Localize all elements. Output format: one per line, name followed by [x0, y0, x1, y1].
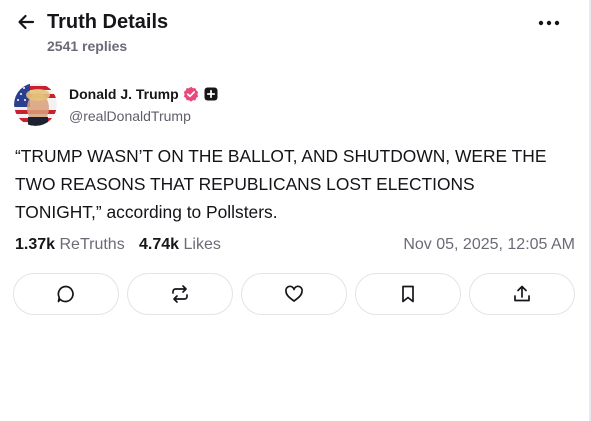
post-text-line: “TRUMP WASN’T ON THE BALLOT, AND SHUTDOW… [15, 146, 547, 166]
page-title: Truth Details [47, 11, 169, 33]
likes-label: Likes [183, 236, 221, 253]
like-button[interactable] [241, 273, 347, 315]
verified-badge-icon [183, 86, 199, 102]
avatar[interactable] [14, 83, 57, 126]
author-name-row: Donald J. Trump [69, 86, 219, 102]
reply-icon [57, 285, 74, 303]
post-text-line: TWO REASONS THAT REPUBLICANS LOST ELECTI… [15, 174, 475, 194]
back-button[interactable] [14, 10, 38, 34]
bookmark-button[interactable] [355, 273, 461, 315]
retruths-label: ReTruths [59, 236, 125, 253]
likes-stat[interactable]: 4.74k Likes [139, 236, 221, 254]
post-timestamp: Nov 05, 2025, 12:05 AM [403, 236, 575, 253]
more-options-button[interactable] [534, 12, 564, 34]
like-icon [285, 285, 303, 302]
post-text-line: TONIGHT,” according to Pollsters. [15, 202, 278, 222]
retruth-icon [172, 285, 188, 303]
likes-count: 4.74k [139, 236, 180, 253]
ellipsis-icon [538, 20, 560, 26]
page-header: Truth Details 2541 replies [0, 0, 589, 64]
action-bar [13, 273, 575, 315]
share-button[interactable] [469, 273, 575, 315]
author-handle[interactable]: @realDonaldTrump [69, 108, 191, 124]
truth-details-page: Truth Details 2541 replies Donald J. Tru… [0, 0, 591, 421]
reply-button[interactable] [13, 273, 119, 315]
retruths-stat[interactable]: 1.37k ReTruths [15, 236, 125, 254]
retruths-count: 1.37k [15, 236, 56, 253]
post-author: Donald J. Trump @realDonaldTrump [14, 82, 574, 128]
arrow-left-icon [18, 14, 35, 30]
post-body: “TRUMP WASN’T ON THE BALLOT, AND SHUTDOW… [15, 142, 577, 226]
post-stats: 1.37k ReTruths 4.74k Likes Nov 05, 2025,… [15, 236, 575, 256]
share-icon [514, 285, 530, 302]
avatar-image [14, 83, 57, 126]
bookmark-icon [402, 285, 414, 303]
author-name[interactable]: Donald J. Trump [69, 86, 179, 102]
retruth-button[interactable] [127, 273, 233, 315]
reply-count: 2541 replies [47, 38, 128, 54]
plus-badge-icon [203, 86, 219, 102]
